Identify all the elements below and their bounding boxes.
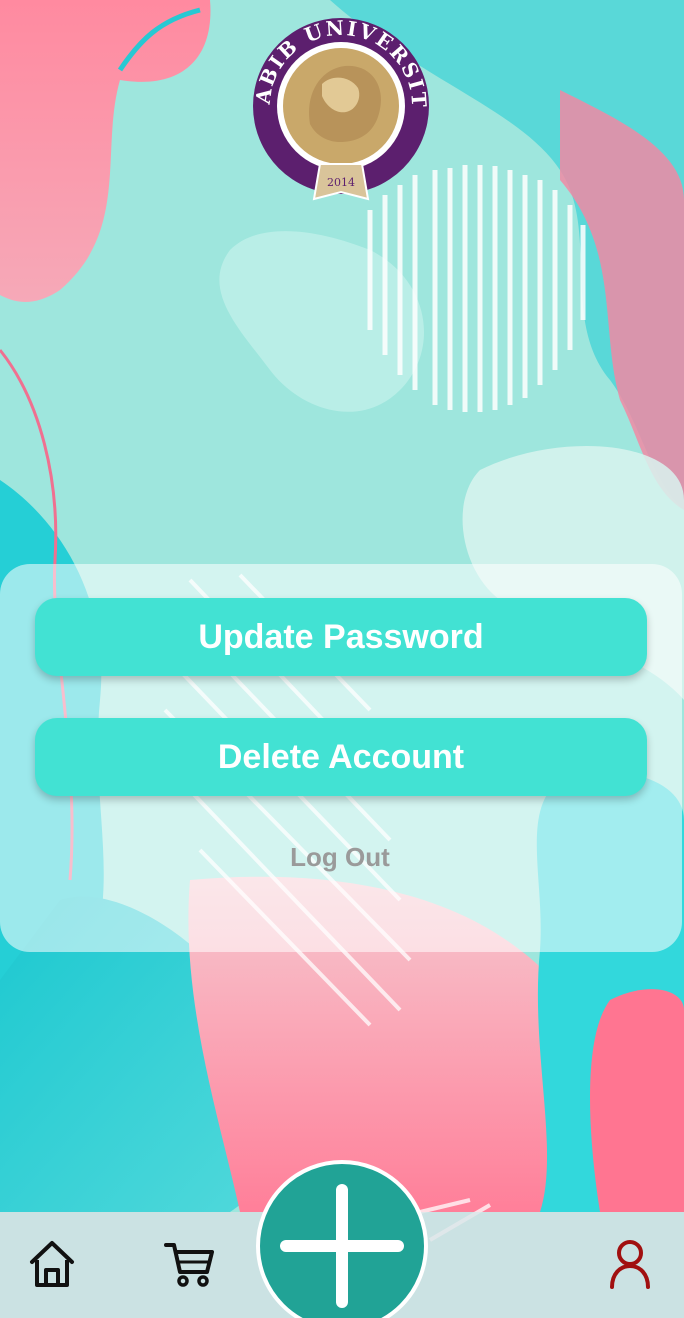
account-screen: HABIB UNIVERSITY 2014 Update Password De… [0, 0, 684, 1318]
update-password-label: Update Password [198, 617, 484, 656]
log-out-link[interactable]: Log Out [240, 842, 440, 873]
delete-account-button[interactable]: Delete Account [35, 718, 647, 796]
logo-year: 2014 [327, 176, 355, 189]
cart-icon[interactable] [164, 1240, 214, 1288]
user-icon[interactable] [608, 1238, 652, 1290]
home-icon[interactable] [28, 1238, 76, 1290]
add-button[interactable] [256, 1160, 428, 1318]
plus-icon [280, 1184, 404, 1308]
update-password-button[interactable]: Update Password [35, 598, 647, 676]
delete-account-label: Delete Account [217, 737, 465, 776]
habib-university-logo: HABIB UNIVERSITY 2014 [250, 14, 429, 201]
